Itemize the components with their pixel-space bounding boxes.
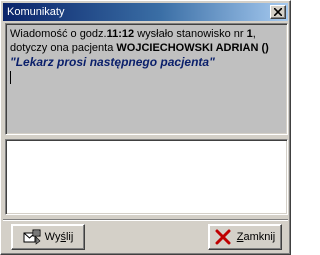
message-text: ,	[252, 28, 256, 40]
red-x-icon	[215, 229, 233, 245]
message-time: 11:12	[106, 28, 135, 40]
patient-name: WOJCIECHOWSKI ADRIAN ()	[116, 42, 269, 54]
komunikaty-window: Komunikaty Wiadomość o godz.11:12 wysłał…	[0, 0, 291, 255]
send-message-icon	[23, 229, 41, 245]
send-button-label: Wyślij	[44, 231, 74, 243]
send-button[interactable]: Wyślij	[11, 224, 85, 250]
message-quote: "Lekarz prosi następnego pacjenta"	[10, 55, 215, 69]
divider	[3, 220, 288, 221]
message-text: dotyczy ona pacjenta	[10, 42, 117, 54]
title-bar[interactable]: Komunikaty	[3, 3, 288, 21]
reply-box[interactable]	[5, 139, 289, 216]
close-icon	[274, 8, 282, 16]
message-text: Wiadomość o godz.	[10, 28, 107, 40]
message-line-2: dotyczy ona pacjenta WOJCIECHOWSKI ADRIA…	[10, 41, 283, 55]
close-button-label: Zamknij	[236, 231, 276, 243]
title-close-button[interactable]	[270, 5, 286, 19]
message-line-1: Wiadomość o godz.11:12 wysłało stanowisk…	[10, 27, 283, 41]
window-title: Komunikaty	[7, 6, 65, 18]
close-button[interactable]: Zamknij	[208, 224, 282, 250]
reply-input[interactable]	[8, 142, 289, 216]
message-display[interactable]: Wiadomość o godz.11:12 wysłało stanowisk…	[5, 23, 288, 135]
message-text: wysłało stanowisko nr	[134, 28, 247, 40]
text-caret	[10, 71, 11, 84]
